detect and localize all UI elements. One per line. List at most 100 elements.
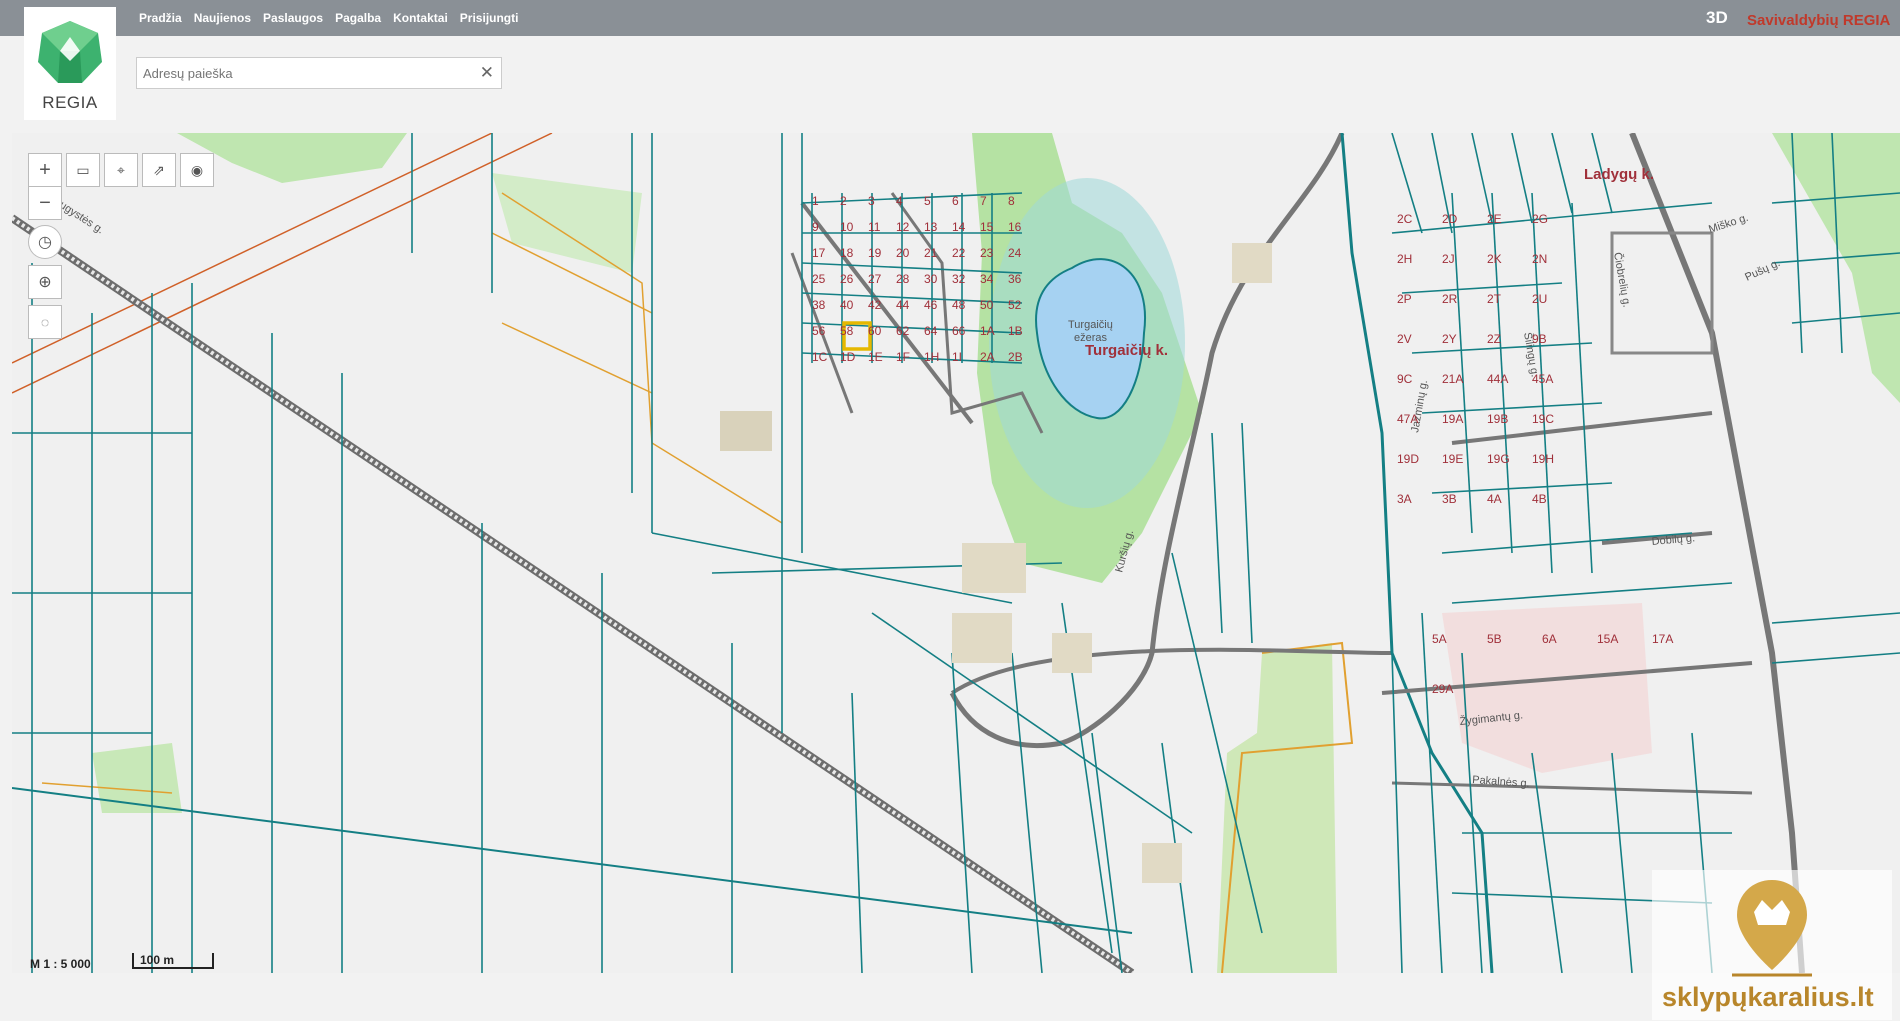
parcel-number: 8 xyxy=(1008,194,1015,208)
parcel-number: 1H xyxy=(924,350,939,364)
map-canvas[interactable]: Turgaičių ežeras Turgaičių k. Ladygų k. Drau… xyxy=(12,133,1900,973)
parcel-number: 38 xyxy=(812,298,826,312)
parcel-number: 40 xyxy=(840,298,854,312)
parcel-number: 62 xyxy=(896,324,910,338)
ruler-icon: ▭ xyxy=(76,161,90,178)
parcel-number: 46 xyxy=(924,298,938,312)
municipality-link[interactable]: Savivaldybių REGIA xyxy=(1747,12,1890,29)
parcel-number: 64 xyxy=(924,324,938,338)
share-button[interactable]: ⇗ xyxy=(142,153,176,187)
parcel-number: 2Z xyxy=(1487,332,1501,346)
parcel-number: 29A xyxy=(1432,682,1453,696)
parcel-number: 12 xyxy=(896,220,910,234)
gps-button[interactable]: ⊕ xyxy=(28,265,62,299)
parcel-number: 2H xyxy=(1397,252,1412,266)
parcel-number: 2J xyxy=(1442,252,1455,266)
crosshair-icon: ⊕ xyxy=(38,274,52,291)
parcel-number: 2D xyxy=(1442,212,1458,226)
regia-logo-icon xyxy=(38,21,102,83)
parcel-number: 5B xyxy=(1487,632,1502,646)
marker-button[interactable]: ⌖ xyxy=(104,153,138,187)
parcel-number: 52 xyxy=(1008,298,1022,312)
parcel-number: 44A xyxy=(1487,372,1508,386)
target-icon: ◉ xyxy=(190,161,204,178)
parcel-number: 58 xyxy=(840,324,854,338)
parcel-number: 2B xyxy=(1008,350,1023,364)
parcel-number: 6A xyxy=(1542,632,1557,646)
parcel-number: 2E xyxy=(1487,212,1502,226)
parcel-number: 19A xyxy=(1442,412,1463,426)
minus-icon: − xyxy=(39,191,51,214)
parcel-number: 9C xyxy=(1397,372,1413,386)
cadastral-map[interactable]: TurgaičiųežerasTurgaičių k.Ladygų k.Drau… xyxy=(12,133,1900,973)
parcel-number: 19D xyxy=(1397,452,1419,466)
brand-text: sklypųkaralius.lt xyxy=(1662,982,1874,1012)
parcel-number: 1D xyxy=(840,350,856,364)
nav-help[interactable]: Pagalba xyxy=(335,11,381,25)
parcel-number: 19B xyxy=(1487,412,1508,426)
parcel-number: 1E xyxy=(868,350,883,364)
parcel-number: 4 xyxy=(896,194,903,208)
parcel-number: 19G xyxy=(1487,452,1510,466)
nav-services[interactable]: Paslaugos xyxy=(263,11,323,25)
lasso-icon: ◌ xyxy=(40,314,50,330)
crown-pin-icon xyxy=(1732,880,1812,977)
3d-button[interactable]: 3D xyxy=(1706,8,1728,28)
parcel-number: 2G xyxy=(1532,212,1548,226)
logo-text: REGIA xyxy=(42,93,98,112)
forest-patch xyxy=(92,743,182,813)
history-button[interactable]: ◷ xyxy=(28,225,62,259)
parcel-number: 1F xyxy=(896,350,910,364)
parcel-number: 42 xyxy=(868,298,882,312)
nav-home[interactable]: Pradžia xyxy=(139,11,182,25)
parcel-number: 2N xyxy=(1532,252,1547,266)
zoom-out-button[interactable]: − xyxy=(28,186,62,220)
parcel-number: 3B xyxy=(1442,492,1457,506)
clock-icon: ◷ xyxy=(38,234,52,251)
parcel-number: 1C xyxy=(812,350,828,364)
parcel-number: 18 xyxy=(840,246,854,260)
building-patch xyxy=(962,543,1026,593)
clear-icon[interactable]: ✕ xyxy=(480,63,494,83)
pin-icon: ⌖ xyxy=(117,161,125,178)
parcel-number: 1 xyxy=(812,194,819,208)
nav-news[interactable]: Naujienos xyxy=(194,11,251,25)
parcel-number: 15A xyxy=(1597,632,1618,646)
nav-login[interactable]: Prisijungti xyxy=(460,11,519,25)
select-area-button[interactable]: ◌ xyxy=(28,305,62,339)
parcel-number: 2R xyxy=(1442,292,1458,306)
parcel-number: 5A xyxy=(1432,632,1447,646)
lake-label: Turgaičių xyxy=(1068,319,1113,331)
parcel-number: 2P xyxy=(1397,292,1412,306)
parcel-number: 3 xyxy=(868,194,875,208)
parcel-number: 2 xyxy=(840,194,847,208)
scale-bar: 100 m xyxy=(132,953,214,969)
parcel-number: 6 xyxy=(952,194,959,208)
locate-button[interactable]: ◉ xyxy=(180,153,214,187)
parcel-number: 2Y xyxy=(1442,332,1457,346)
parcel-number: 1B xyxy=(1008,324,1023,338)
parcel-number: 19C xyxy=(1532,412,1554,426)
parcel-number: 3A xyxy=(1397,492,1412,506)
parcel-number: 48 xyxy=(952,298,966,312)
main-nav: Pradžia Naujienos Paslaugos Pagalba Kont… xyxy=(139,0,518,36)
regia-logo[interactable]: REGIA xyxy=(24,7,116,120)
parcel-number: 56 xyxy=(812,324,826,338)
top-bar: Pradžia Naujienos Paslaugos Pagalba Kont… xyxy=(0,0,1900,36)
parcel-number: 45A xyxy=(1532,372,1553,386)
parcel-number: 1A xyxy=(980,324,995,338)
parcel-number: 2C xyxy=(1397,212,1413,226)
parcel-number: 44 xyxy=(896,298,910,312)
parcel-number: 2U xyxy=(1532,292,1547,306)
parcel-number: 2K xyxy=(1487,252,1502,266)
nav-contacts[interactable]: Kontaktai xyxy=(393,11,448,25)
measure-button[interactable]: ▭ xyxy=(66,153,100,187)
search-input[interactable] xyxy=(141,58,465,88)
parcel-number: 10 xyxy=(840,220,854,234)
parcel-number: 16 xyxy=(1008,220,1022,234)
parcel-number: 25 xyxy=(812,272,826,286)
plus-icon: + xyxy=(39,158,51,181)
parcel-number: 17A xyxy=(1652,632,1673,646)
parcel-number: 4B xyxy=(1532,492,1547,506)
zoom-in-button[interactable]: + xyxy=(28,153,62,187)
